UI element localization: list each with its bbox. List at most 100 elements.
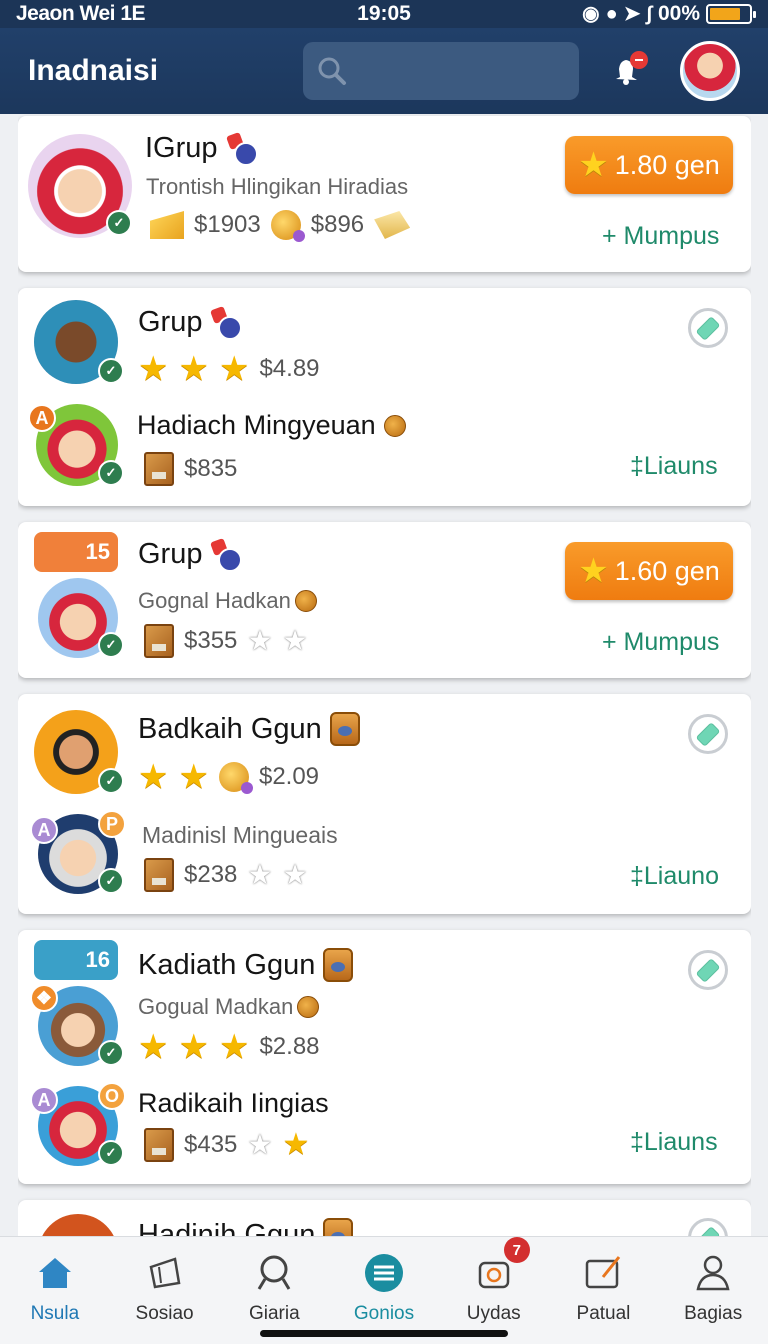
group-title: IGrup [145, 132, 258, 166]
app-header: Inadnaisi [0, 28, 768, 114]
group-card[interactable]: ✓ Grup ★ ★ ★ $4.89 A ✓ Hadiach Mingyeuan… [18, 288, 751, 506]
book-icon [144, 624, 174, 658]
member-avatar: A O ✓ [30, 1082, 126, 1166]
star-icon: ★ [178, 758, 209, 796]
rating-row: ★ ★ $2.09 [138, 760, 319, 794]
search-icon [252, 1251, 296, 1295]
reward-row: $435 ★ ★ [144, 1128, 309, 1162]
jar-icon [323, 948, 354, 982]
reward-value: $355 [184, 627, 238, 654]
app-title: Inadnaisi [28, 54, 159, 87]
rating-row: ★ ★ ★ $4.89 [138, 352, 320, 386]
premium-button[interactable]: ★ 1.60 gen [565, 542, 733, 600]
profile-icon [691, 1251, 735, 1295]
member-subtitle: Madinisl Mingueais [142, 822, 338, 848]
reward-value: $4.89 [259, 355, 320, 382]
rank-badge: A [28, 404, 56, 432]
reward-row: $238 ★ ★ [144, 858, 308, 892]
join-link[interactable]: ‡Liauns [630, 1128, 718, 1157]
reward-row: $1903 $896 [150, 210, 411, 242]
rank-badge: A [30, 816, 58, 844]
reward-value: $896 [310, 211, 365, 238]
select-toggle[interactable] [688, 1218, 728, 1236]
medal-icon [226, 134, 258, 166]
cookie-icon [218, 762, 253, 794]
home-indicator[interactable] [260, 1330, 508, 1337]
group-card[interactable]: ✓ Badkaih Ggun ★ ★ $2.09 A P ✓ Madinisl … [18, 694, 751, 914]
nav-item-groups[interactable]: Gonios [329, 1237, 439, 1344]
reward-value: $1903 [194, 211, 261, 238]
verified-badge: ✓ [98, 460, 124, 486]
menu-icon [362, 1251, 406, 1295]
group-card[interactable]: Hadinih Ggun [18, 1200, 751, 1236]
select-toggle[interactable] [688, 950, 728, 990]
group-title: Badkaih Ggun [138, 712, 360, 746]
notification-icon[interactable] [606, 51, 648, 91]
coin-icon [297, 996, 320, 1018]
group-feed: ✓ IGrup Trontish Hlingikan Hiradias $190… [18, 114, 751, 1236]
star-icon: ★ [138, 350, 169, 388]
premium-button[interactable]: ★ 1.80 gen [565, 136, 733, 194]
group-title: Grup [138, 538, 243, 572]
nav-label: Giaria [248, 1303, 300, 1324]
carrier-label: Jeaon Wei 1E [16, 2, 146, 25]
join-link[interactable]: ‡Liauno [630, 862, 719, 891]
join-link[interactable]: + Mumpus [602, 628, 719, 657]
group-card[interactable]: ✓ IGrup Trontish Hlingikan Hiradias $190… [18, 116, 751, 272]
bluetooth-icon: ∫ [646, 3, 652, 25]
select-toggle[interactable] [688, 714, 728, 754]
jar-icon [329, 712, 360, 746]
member-title: Radikaih Iingias [138, 1088, 329, 1118]
group-card[interactable]: 15 ✓ Grup Gognal Hadkan $355 ★ ★ ★ 1.60 g… [18, 522, 751, 678]
group-avatar: ✓ [34, 300, 124, 384]
edit-icon [581, 1251, 625, 1295]
profile-avatar[interactable] [680, 41, 740, 101]
nav-item-search[interactable]: Giaria [219, 1237, 329, 1344]
medal-icon [210, 540, 243, 572]
search-input[interactable] [303, 42, 579, 100]
star-icon: ★ [178, 350, 209, 388]
nav-item-edit[interactable]: Patual [549, 1237, 659, 1344]
verified-badge: ✓ [98, 868, 124, 894]
book-icon [144, 1128, 174, 1162]
reward-row: $355 ★ ★ [144, 624, 308, 658]
group-title: Grup [138, 306, 243, 340]
coin-icon [294, 590, 317, 612]
group-avatar: ❖ ✓ [30, 984, 124, 1066]
rank-badge: O [98, 1082, 126, 1110]
cookie-icon [270, 210, 305, 242]
nav-item-home[interactable]: Nsula [0, 1237, 110, 1344]
coin-icon [383, 414, 406, 437]
nav-item-profile[interactable]: Bagias [658, 1237, 768, 1344]
verified-badge: ✓ [98, 1040, 124, 1066]
nav-label: Sosiao [135, 1303, 194, 1324]
join-link[interactable]: + Mumpus [602, 222, 719, 251]
group-avatar [38, 1214, 118, 1236]
count-chip: 15 [34, 532, 118, 572]
notification-badge [630, 51, 648, 69]
reward-value: $435 [184, 1131, 238, 1158]
rank-badge: P [98, 810, 126, 838]
nav-label: Uydas [466, 1303, 521, 1324]
status-icons: ◉ ● ➤ ∫ 00% [582, 2, 756, 26]
verified-badge: ✓ [98, 632, 124, 658]
nav-item-social[interactable]: Sosiao [110, 1237, 220, 1344]
book-icon [144, 858, 174, 892]
search-icon [317, 56, 347, 86]
star-icon: ★ [282, 1128, 310, 1161]
battery-icon [706, 4, 756, 24]
group-card[interactable]: 16 ❖ ✓ Kadiath Ggun Gogual Madkan ★ ★ ★ … [18, 930, 751, 1184]
verified-badge: ✓ [98, 1140, 124, 1166]
member-avatar: A ✓ [28, 404, 124, 486]
join-link[interactable]: ‡Liauns [630, 452, 718, 481]
group-subtitle: Gogual Madkan [138, 994, 320, 1020]
nav-item-updates[interactable]: 7 Uydas [439, 1237, 549, 1344]
member-avatar: A P ✓ [30, 810, 126, 894]
cheese-icon [150, 211, 184, 239]
star-icon: ★ [178, 1028, 209, 1066]
verified-badge: ✓ [98, 768, 124, 794]
select-toggle[interactable] [688, 308, 728, 348]
jar-icon [323, 1218, 354, 1236]
reward-value: $835 [184, 455, 238, 482]
nav-label: Patual [576, 1303, 631, 1324]
